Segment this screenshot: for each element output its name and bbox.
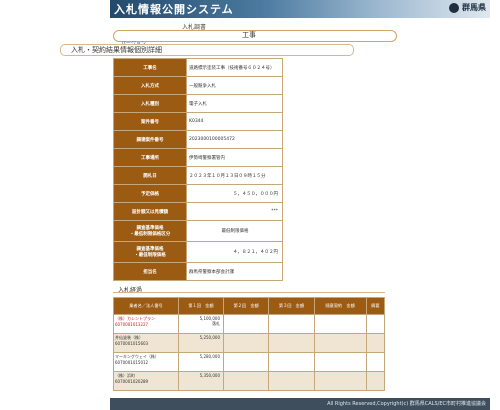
empty-cell: [365, 314, 386, 334]
prefecture-logo: 群馬県: [449, 2, 486, 13]
detail-value: 2023000100005472: [186, 130, 283, 149]
column-header: 第３回 金額: [268, 297, 315, 315]
footer-copyright: All Rights Reserved,Copyright(c) 群馬県CALS…: [110, 398, 490, 410]
amount-round-1: 5,350,000: [178, 371, 224, 391]
column-header: 摘要: [365, 297, 386, 315]
bidder-name-cell: （株）浜町 6070001020289: [113, 371, 179, 391]
detail-row: 担当名 群馬県警察本部会計課: [113, 262, 283, 281]
detail-label: 設計額又は見積額: [113, 202, 187, 221]
column-header: 第１回 金額: [178, 297, 224, 315]
empty-cell: [365, 371, 386, 391]
empty-cell: [268, 314, 315, 334]
empty-cell: [365, 333, 386, 353]
system-title: 入札情報公開システム: [114, 3, 234, 16]
detail-value: ２０２３年１０月１３日０９時１５分: [186, 166, 283, 185]
detail-row: 調査基準価格 ・最低制限価格区分 最低制限価格: [113, 220, 283, 242]
detail-row: 設計額又は見積額 ***: [113, 202, 283, 221]
detail-label: 調査基準価格 ・最低制限価格: [113, 241, 187, 263]
emblem-icon: [449, 2, 459, 13]
column-header: 第２回 金額: [222, 297, 270, 315]
empty-cell: [222, 314, 270, 334]
detail-value: 伊勢崎警察署管内: [186, 148, 283, 167]
detail-value: 一般競争入札: [186, 76, 283, 95]
detail-row: 調達案件番号 2023000100005472: [113, 130, 283, 149]
empty-cell: [365, 352, 386, 372]
amount-round-1: 5,100,000 落札: [178, 314, 224, 334]
detail-label: 調達案件番号: [113, 130, 187, 149]
detail-label: 担当名: [113, 262, 187, 281]
table-row: （株）浜町 6070001020289 5,350,000: [113, 371, 386, 391]
corporate-number: 6070001015012: [115, 360, 149, 365]
table-row: （株）カレントプラン 6070001013227 5,100,000 落札: [113, 314, 386, 334]
detail-value: 最低制限価格: [186, 220, 283, 242]
page-title: 入札・契約結果情報個別詳細: [60, 44, 354, 56]
empty-cell: [222, 352, 270, 372]
table-row: 井仙塗装（株） 6070001015603 5,250,000: [113, 333, 386, 353]
column-header: 業者名／法人番号: [113, 297, 179, 315]
detail-row: 入札種別 電子入札: [113, 94, 283, 113]
detail-label: 調査基準価格 ・最低制限価格区分: [113, 220, 187, 242]
table-row: マーキングウェイ（株） 6070001015012 5,280,000: [113, 352, 386, 372]
empty-cell: [313, 371, 367, 391]
detail-label: 入札方式: [113, 76, 187, 95]
header-banner: 入札情報公開システム 群馬県: [110, 0, 490, 18]
bidder-name-cell: マーキングウェイ（株） 6070001015012: [113, 352, 179, 372]
corporate-number: 6070001013227: [115, 322, 149, 327]
award-note: 落札: [212, 321, 220, 326]
detail-row: 案件番号 K0344: [113, 112, 283, 131]
tab-construction[interactable]: 工事: [242, 30, 256, 40]
detail-value: K0344: [186, 112, 283, 131]
divider: [113, 292, 385, 293]
detail-label: 開札日: [113, 166, 187, 185]
corporate-number: 6070001020289: [115, 379, 149, 384]
detail-label: 入札種別: [113, 94, 187, 113]
detail-value: ５，４５０，０００円: [186, 184, 283, 203]
detail-row: 開札日 ２０２３年１０月１３日０９時１５分: [113, 166, 283, 185]
empty-cell: [268, 371, 315, 391]
detail-row: 工事場所 伊勢崎警察署管内: [113, 148, 283, 167]
empty-cell: [222, 333, 270, 353]
detail-value: 群馬県警察本部会計課: [186, 262, 283, 281]
detail-row: 工事名 道路標示塗装工事（技術番号６０２４号）: [113, 58, 283, 77]
bidder-name-cell: （株）カレントプラン 6070001013227: [113, 314, 179, 334]
amount-round-1: 5,250,000: [178, 333, 224, 353]
empty-cell: [313, 333, 367, 353]
empty-cell: [268, 352, 315, 372]
detail-value: 電子入札: [186, 94, 283, 113]
detail-label: 工事場所: [113, 148, 187, 167]
empty-cell: [222, 371, 270, 391]
empty-cell: [313, 352, 367, 372]
bidder-name-cell: 井仙塗装（株） 6070001015603: [113, 333, 179, 353]
detail-table: 工事名 道路標示塗装工事（技術番号６０２４号） 入札方式 一般競争入札 入札種別 電子入札…: [113, 58, 283, 281]
bid-results-table: 業者名／法人番号 第１回 金額 第２回 金額 第３回 金額 随意契約 金額 摘要 （株）カ…: [113, 297, 386, 391]
detail-value: ４，８２１，４０２円: [186, 241, 283, 263]
corporate-number: 6070001015603: [115, 341, 149, 346]
detail-label: 案件番号: [113, 112, 187, 131]
column-header: 随意契約 金額: [313, 297, 367, 315]
detail-label: 工事名: [113, 58, 187, 77]
amount-round-1: 5,280,000: [178, 352, 224, 372]
empty-cell: [268, 333, 315, 353]
detail-row: 調査基準価格 ・最低制限価格 ４，８２１，４０２円: [113, 241, 283, 263]
detail-row: 予定価格 ５，４５０，０００円: [113, 184, 283, 203]
detail-label: 予定価格: [113, 184, 187, 203]
detail-value: ***: [186, 202, 283, 221]
empty-cell: [313, 314, 367, 334]
prefecture-name: 群馬県: [462, 3, 486, 12]
detail-value: 道路標示塗装工事（技術番号６０２４号）: [186, 58, 283, 77]
detail-row: 入札方式 一般競争入札: [113, 76, 283, 95]
